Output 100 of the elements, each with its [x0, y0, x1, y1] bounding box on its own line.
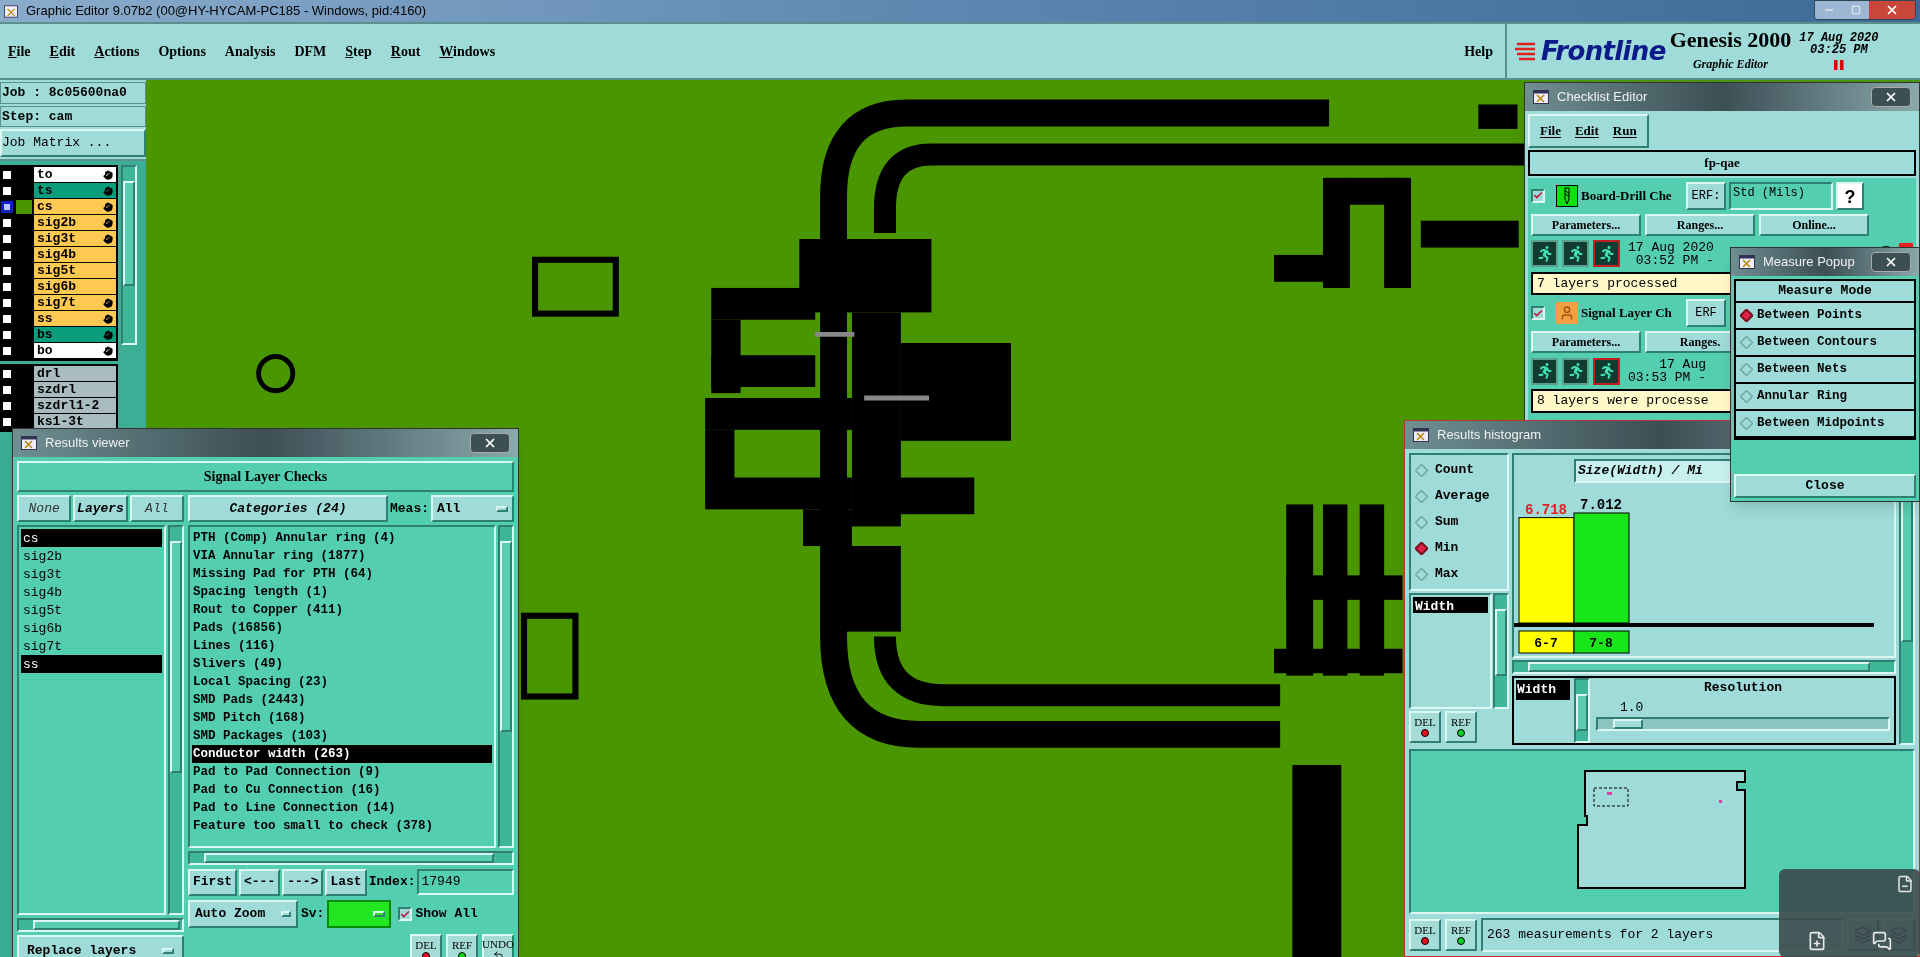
list-item[interactable]: sig7t	[21, 637, 162, 655]
menu-item[interactable]: Analysis	[224, 40, 276, 62]
layer-checkbox[interactable]	[1, 280, 13, 293]
erf-button[interactable]: ERF:	[1686, 181, 1726, 210]
layer-checkbox[interactable]	[1, 367, 13, 380]
layer-name[interactable]: drl	[34, 366, 116, 381]
meas-dropdown[interactable]: All	[431, 495, 514, 522]
check-button[interactable]: Parameters...	[1531, 213, 1641, 236]
radio-diamond[interactable]	[1740, 389, 1753, 403]
file-minus-icon[interactable]	[1896, 875, 1914, 893]
scrollbar[interactable]	[1512, 660, 1896, 674]
layer-name[interactable]: sig5t	[34, 263, 116, 278]
radio-diamond[interactable]	[1740, 308, 1753, 322]
layer-name[interactable]: sig2b	[34, 215, 116, 230]
filter-button[interactable]: All	[129, 495, 184, 522]
scrollbar[interactable]	[121, 164, 137, 345]
running-figure-icon[interactable]	[1593, 240, 1620, 267]
help-button[interactable]: ?	[1836, 181, 1864, 210]
list-item[interactable]: Width	[1413, 597, 1488, 613]
list-item[interactable]: Conductor width (263)	[192, 745, 492, 763]
running-figure-icon[interactable]	[1562, 240, 1589, 267]
menu-item[interactable]: Rout	[390, 40, 421, 62]
refresh-button[interactable]: REF	[1445, 919, 1477, 951]
list-item[interactable]: sig4b	[21, 583, 162, 601]
running-figure-icon[interactable]	[1531, 240, 1558, 267]
layer-checkbox[interactable]	[1, 296, 13, 309]
delete-button[interactable]: DEL	[1409, 919, 1441, 951]
radio-diamond[interactable]	[1740, 335, 1753, 349]
list-item[interactable]: SMD Pads (2443)	[192, 691, 492, 709]
close-button[interactable]	[1871, 252, 1911, 272]
nav-button[interactable]: First	[188, 868, 237, 896]
layer-checkbox[interactable]	[1, 312, 13, 325]
menu-item[interactable]: Actions	[94, 40, 140, 62]
layer-name[interactable]: sig3t	[34, 231, 116, 246]
file-plus-icon[interactable]	[1807, 931, 1828, 951]
layer-name[interactable]: szdrl	[34, 382, 116, 397]
check-checkbox[interactable]	[1531, 188, 1545, 203]
layer-name[interactable]: cs	[34, 199, 116, 214]
check-button[interactable]: Ranges...	[1645, 213, 1755, 236]
layer-checkbox[interactable]	[1, 200, 13, 213]
layer-name[interactable]: bo	[34, 343, 116, 358]
running-figure-icon[interactable]	[1531, 357, 1558, 385]
list-item[interactable]: Missing Pad for PTH (64)	[192, 565, 492, 583]
delete-button[interactable]: DEL	[1409, 711, 1441, 743]
list-item[interactable]: ss	[21, 655, 162, 673]
list-item[interactable]: SMD Packages (103)	[192, 727, 492, 745]
auto-zoom-dropdown[interactable]: Auto Zoom	[188, 900, 298, 928]
close-button[interactable]	[1869, 1, 1915, 19]
refresh-button[interactable]: REF	[1445, 711, 1477, 743]
layer-name[interactable]: ss	[34, 311, 116, 326]
job-matrix-button[interactable]: Job Matrix ...	[0, 129, 146, 157]
close-button[interactable]	[470, 433, 510, 453]
layer-name[interactable]: bs	[34, 327, 116, 342]
layer-name[interactable]: to	[34, 167, 116, 182]
menu-item[interactable]: File	[8, 40, 31, 62]
list-item[interactable]: Spacing length (1)	[192, 583, 492, 601]
list-item[interactable]: Slivers (49)	[192, 655, 492, 673]
layer-checkbox[interactable]	[1, 232, 13, 245]
layer-name[interactable]: ts	[34, 183, 116, 198]
filter-button[interactable]: None	[17, 495, 72, 522]
check-button[interactable]: Parameters...	[1531, 331, 1641, 353]
list-item[interactable]: sig5t	[21, 601, 162, 619]
menu-item[interactable]: DFM	[294, 40, 327, 62]
layer-checkbox[interactable]	[1, 264, 13, 277]
menu-item[interactable]: Step	[345, 40, 372, 62]
close-button[interactable]: Close	[1734, 474, 1916, 498]
list-item[interactable]: Pads (16856)	[192, 619, 492, 637]
running-figure-icon[interactable]	[1562, 357, 1589, 385]
menu-item[interactable]: Run	[1612, 121, 1637, 141]
undo-button[interactable]: UNDO	[482, 934, 514, 957]
menu-item[interactable]: Help	[1464, 40, 1493, 62]
list-item[interactable]: Width	[1516, 680, 1570, 700]
slider-thumb[interactable]	[1612, 719, 1643, 729]
layer-checkbox[interactable]	[1, 383, 13, 396]
radio-diamond[interactable]	[1415, 515, 1428, 529]
check-button[interactable]: Online...	[1759, 213, 1869, 236]
scrollbar[interactable]	[1574, 678, 1590, 743]
list-item[interactable]: PTH (Comp) Annular ring (4)	[192, 529, 492, 547]
running-figure-icon[interactable]	[1593, 357, 1620, 385]
layer-checkbox[interactable]	[1, 248, 13, 261]
layer-checkbox[interactable]	[1, 328, 13, 341]
scrollbar[interactable]	[1493, 593, 1509, 709]
list-item[interactable]: VIA Annular ring (1877)	[192, 547, 492, 565]
filter-button[interactable]: Layers	[73, 495, 128, 522]
scrollbar[interactable]	[498, 525, 514, 848]
list-item[interactable]: Pad to Pad Connection (9)	[192, 763, 492, 781]
scrollbar[interactable]	[17, 918, 184, 932]
delete-button[interactable]: DEL	[410, 934, 442, 957]
scrollbar[interactable]	[188, 851, 514, 865]
layer-name[interactable]: sig4b	[34, 247, 116, 262]
resolution-slider[interactable]	[1596, 717, 1890, 731]
list-item[interactable]: Pad to Cu Connection (16)	[192, 781, 492, 799]
index-field[interactable]: 17949	[417, 869, 514, 895]
nav-button[interactable]: Last	[325, 868, 367, 896]
layer-name[interactable]: sig7t	[34, 295, 116, 310]
close-button[interactable]	[1871, 87, 1911, 107]
list-item[interactable]: sig3t	[21, 565, 162, 583]
check-checkbox[interactable]	[1531, 306, 1545, 320]
radio-diamond[interactable]	[1415, 489, 1428, 503]
menu-item[interactable]: Edit	[49, 40, 76, 62]
